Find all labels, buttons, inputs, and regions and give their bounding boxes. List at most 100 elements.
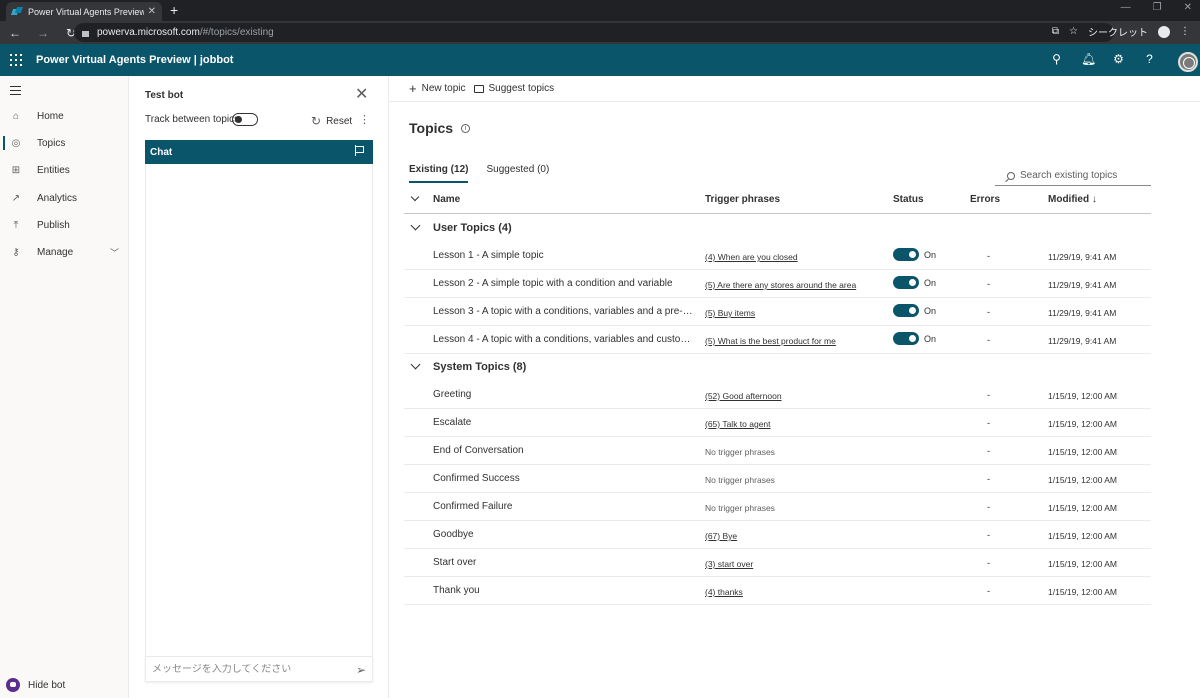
bookmark-star-icon[interactable]: ☆ (1069, 26, 1078, 37)
nav-item-analytics[interactable]: ↗ Analytics (0, 187, 129, 209)
minimize-icon[interactable]: — (1121, 2, 1131, 13)
topic-name[interactable]: Confirmed Success (433, 473, 520, 484)
column-status[interactable]: Status (893, 194, 924, 205)
topic-name[interactable]: Thank you (433, 585, 480, 596)
topic-name[interactable]: Goodbye (433, 529, 474, 540)
window-close-icon[interactable]: ✕ (1184, 2, 1192, 13)
table-row[interactable]: Lesson 1 - A simple topic (4) When are y… (404, 242, 1151, 270)
trigger-phrase-text: No trigger phrases (705, 475, 775, 485)
group-header-system-topics[interactable]: System Topics (8) (404, 353, 1151, 381)
topic-name[interactable]: Lesson 1 - A simple topic (433, 250, 544, 261)
modified-value: 11/29/19, 9:41 AM (1048, 280, 1117, 290)
trigger-phrase-link[interactable]: (4) When are you closed (705, 252, 798, 262)
trigger-phrase-link[interactable]: (3) start over (705, 559, 753, 569)
trigger-phrase-link[interactable]: (65) Talk to agent (705, 419, 771, 429)
notifications-bell-icon[interactable]: 🔔︎ (1081, 52, 1096, 66)
trigger-phrase-link[interactable]: (5) Are there any stores around the area (705, 280, 856, 290)
bot-icon (6, 678, 20, 692)
help-icon[interactable]: ? (1143, 52, 1156, 66)
status-toggle[interactable] (893, 248, 919, 261)
tab-existing[interactable]: Existing (12) (409, 164, 469, 183)
back-icon[interactable]: ← (8, 26, 22, 40)
table-row[interactable]: Confirmed Success No trigger phrases - 1… (404, 465, 1151, 493)
column-trigger-phrases[interactable]: Trigger phrases (705, 194, 780, 205)
tab-suggested[interactable]: Suggested (0) (486, 164, 549, 183)
collapse-all-chevron-icon[interactable] (410, 192, 420, 202)
nav-item-publish[interactable]: ⤒ Publish (0, 214, 129, 236)
app-launcher-icon[interactable] (10, 54, 22, 66)
new-tab-button[interactable]: + (170, 2, 178, 18)
table-row[interactable]: Lesson 4 - A topic with a conditions, va… (404, 326, 1151, 354)
status-toggle[interactable] (893, 332, 919, 345)
nav-item-topics[interactable]: ◎ Topics (0, 132, 129, 154)
table-row[interactable]: Start over (3) start over - 1/15/19, 12:… (404, 549, 1151, 577)
browser-menu-icon[interactable]: ⋮ (1180, 26, 1190, 37)
send-icon[interactable]: ➢ (356, 663, 366, 677)
restore-icon[interactable]: ❐ (1153, 2, 1162, 13)
table-row[interactable]: Lesson 2 - A simple topic with a conditi… (404, 270, 1151, 298)
command-bar: + New topic Suggest topics (389, 76, 1200, 102)
column-modified[interactable]: Modified ↓ (1048, 194, 1097, 205)
reset-label: Reset (326, 115, 353, 127)
user-avatar[interactable] (1178, 52, 1198, 72)
nav-item-entities[interactable]: ⊞ Entities (0, 159, 129, 181)
incognito-avatar-icon[interactable] (1158, 25, 1170, 38)
table-row[interactable]: Thank you (4) thanks - 1/15/19, 12:00 AM (404, 577, 1151, 605)
forward-icon[interactable]: → (36, 26, 50, 40)
lock-icon[interactable] (82, 30, 89, 37)
flag-icon[interactable] (355, 145, 364, 156)
settings-gear-icon[interactable]: ⚙ (1112, 52, 1125, 66)
browser-tab[interactable]: Power Virtual Agents Preview - T ✕ (6, 2, 162, 21)
topic-name[interactable]: Escalate (433, 417, 471, 428)
reset-button[interactable]: ↻ Reset (311, 114, 352, 128)
status-toggle[interactable] (893, 304, 919, 317)
new-topic-button[interactable]: + New topic (409, 82, 466, 95)
table-row[interactable]: Greeting (52) Good afternoon - 1/15/19, … (404, 381, 1151, 409)
hide-bot-label: Hide bot (28, 679, 66, 691)
trigger-phrase-link[interactable]: (67) Bye (705, 531, 737, 541)
errors-value: - (987, 446, 991, 457)
test-bot-title: Test bot (145, 90, 184, 101)
group-header-user-topics[interactable]: User Topics (4) (404, 214, 1151, 242)
table-row[interactable]: Lesson 3 - A topic with a conditions, va… (404, 298, 1151, 326)
table-row[interactable]: Goodbye (67) Bye - 1/15/19, 12:00 AM (404, 521, 1151, 549)
browser-toolbar: ← → ↻ powerva.microsoft.com/#/topics/exi… (0, 21, 1200, 44)
chat-transcript (145, 164, 373, 656)
column-errors[interactable]: Errors (970, 194, 1000, 205)
topic-name[interactable]: Lesson 3 - A topic with a conditions, va… (433, 306, 695, 317)
chat-message-input[interactable] (152, 663, 342, 675)
table-row[interactable]: Confirmed Failure No trigger phrases - 1… (404, 493, 1151, 521)
trigger-phrase-link[interactable]: (5) Buy items (705, 308, 755, 318)
topic-name[interactable]: Start over (433, 557, 476, 568)
errors-value: - (987, 418, 991, 429)
incognito-label[interactable]: シークレット (1088, 24, 1148, 39)
column-name[interactable]: Name (433, 194, 460, 205)
close-icon[interactable]: ✕ (355, 87, 368, 103)
topic-name[interactable]: Greeting (433, 389, 471, 400)
info-icon[interactable]: i (461, 123, 471, 133)
table-row[interactable]: End of Conversation No trigger phrases -… (404, 437, 1151, 465)
share-person-icon[interactable]: ⚲ (1050, 52, 1063, 66)
status-toggle[interactable] (893, 276, 919, 289)
status-label: On (924, 305, 937, 316)
topic-name[interactable]: Confirmed Failure (433, 501, 512, 512)
suggest-topics-button[interactable]: Suggest topics (473, 83, 554, 94)
hide-bot-button[interactable]: Hide bot (6, 678, 65, 692)
topic-name[interactable]: Lesson 4 - A topic with a conditions, va… (433, 334, 695, 345)
more-options-icon[interactable]: ⋮ (359, 113, 370, 126)
table-row[interactable]: Escalate (65) Talk to agent - 1/15/19, 1… (404, 409, 1151, 437)
trigger-phrase-link[interactable]: (52) Good afternoon (705, 391, 782, 401)
track-topics-toggle[interactable] (232, 113, 258, 126)
topic-name[interactable]: Lesson 2 - A simple topic with a conditi… (433, 278, 673, 289)
topic-name[interactable]: End of Conversation (433, 445, 524, 456)
search-box[interactable]: Search existing topics (995, 166, 1151, 186)
tab-close-icon[interactable]: ✕ (148, 6, 156, 17)
translate-icon[interactable]: ⧉ (1052, 26, 1059, 37)
nav-item-home[interactable]: ⌂ Home (0, 105, 129, 127)
trigger-phrase-link[interactable]: (5) What is the best product for me (705, 336, 836, 346)
address-bar[interactable]: powerva.microsoft.com/#/topics/existing (74, 23, 1114, 42)
nav-item-manage[interactable]: ⚷ Manage ﹀ (0, 241, 129, 263)
trigger-phrase-link[interactable]: (4) thanks (705, 587, 743, 597)
hamburger-menu-icon[interactable] (10, 86, 21, 98)
url-host: powerva.microsoft.com (97, 27, 200, 38)
